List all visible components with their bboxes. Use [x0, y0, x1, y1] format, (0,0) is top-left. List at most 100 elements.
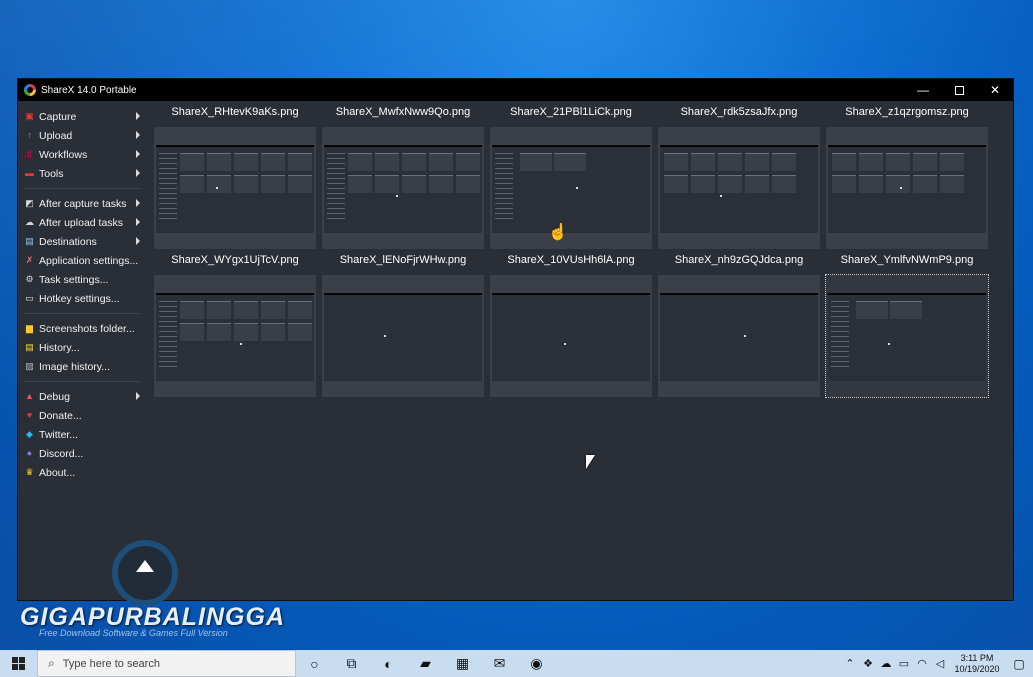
- menu-item-screenshots-folder[interactable]: ▆ Screenshots folder...: [18, 319, 146, 338]
- menu-item-twitter[interactable]: ◆ Twitter...: [18, 425, 146, 444]
- menu-item-tools[interactable]: ▬ Tools: [18, 164, 146, 183]
- menu-item-donate[interactable]: ♥ Donate...: [18, 406, 146, 425]
- minimize-button[interactable]: —: [905, 79, 941, 101]
- thumbnail-tile[interactable]: ShareX_nh9zGQJdca.png: [657, 249, 821, 397]
- preview-cell: [429, 175, 453, 193]
- windows-logo-icon: [12, 657, 25, 670]
- camera-icon: ▣: [25, 111, 34, 121]
- wrench-icon: ✗: [25, 255, 34, 265]
- taskbar-search-box[interactable]: ⌕ Type here to search: [37, 650, 296, 677]
- menu-item-task-settings[interactable]: ⚙ Task settings...: [18, 270, 146, 289]
- menu-item-debug[interactable]: ▲ Debug: [18, 387, 146, 406]
- watermark-tagline: Free Download Software & Games Full Vers…: [39, 628, 228, 638]
- preview-cell: [940, 175, 964, 193]
- thumbnail-image[interactable]: [490, 127, 652, 249]
- preview-cell: [456, 153, 480, 171]
- thumbnail-image[interactable]: [658, 127, 820, 249]
- preview-cell: [456, 175, 480, 193]
- title-bar[interactable]: ShareX 14.0 Portable — ✕: [18, 79, 1013, 101]
- maximize-button[interactable]: [941, 79, 977, 101]
- edge-browser-icon[interactable]: ◐: [370, 650, 407, 677]
- file-explorer-icon[interactable]: ▰: [407, 650, 444, 677]
- thumbnail-tile[interactable]: ShareX_rdk5zsaJfx.png: [657, 101, 821, 249]
- thumbnail-image[interactable]: [154, 275, 316, 397]
- thumbnail-filename: ShareX_10VUsHh6lA.png: [507, 254, 635, 266]
- cloud-upload-icon: ☁: [25, 217, 34, 227]
- dropbox-icon[interactable]: ❖: [859, 657, 877, 670]
- menu-item-destinations[interactable]: ▤ Destinations: [18, 232, 146, 251]
- preview-cell: [288, 323, 312, 341]
- thumbnail-tile[interactable]: ShareX_z1qzrgomsz.png: [825, 101, 989, 249]
- menu-separator: [24, 188, 140, 189]
- keyboard-icon: ▭: [25, 293, 34, 303]
- preview-cell: [288, 301, 312, 319]
- chrome-icon[interactable]: ◉: [518, 650, 555, 677]
- menu-item-about[interactable]: ♛ About...: [18, 463, 146, 482]
- submenu-arrow-icon: [136, 218, 140, 226]
- thumbnail-tile[interactable]: ShareX_WYgx1UjTcV.png: [153, 249, 317, 397]
- preview-cell: [859, 153, 883, 171]
- preview-cell: [375, 175, 399, 193]
- thumbnail-image[interactable]: [658, 275, 820, 397]
- upload-arrow-icon: ↑: [27, 130, 32, 140]
- menu-item-label: Tools: [39, 167, 64, 180]
- cortana-circle-icon[interactable]: ○: [296, 650, 333, 677]
- thumbnail-tile[interactable]: ShareX_YmlfvNWmP9.png: [825, 249, 989, 398]
- preview-cell: [261, 323, 285, 341]
- preview-cell: [886, 175, 910, 193]
- onedrive-cloud-icon[interactable]: ☁: [877, 657, 895, 670]
- menu-item-history[interactable]: ▤ History...: [18, 338, 146, 357]
- clock[interactable]: 3:11 PM 10/19/2020: [949, 653, 1005, 675]
- thumbnail-image[interactable]: [154, 127, 316, 249]
- thumbnail-image[interactable]: [826, 127, 988, 249]
- menu-item-label: Twitter...: [39, 428, 79, 441]
- screenshot-preview: [492, 145, 650, 233]
- clock-time: 3:11 PM: [960, 652, 994, 663]
- discord-icon: ●: [26, 448, 33, 458]
- close-button[interactable]: ✕: [977, 79, 1013, 101]
- screenshot-preview: [156, 293, 314, 381]
- start-button[interactable]: [0, 650, 37, 677]
- thumbnail-image[interactable]: [825, 274, 989, 398]
- menu-item-capture[interactable]: ▣ Capture: [18, 107, 146, 126]
- preview-sidebar: [159, 301, 177, 371]
- menu-item-workflows[interactable]: ⁞⁞ Workflows: [18, 145, 146, 164]
- thumbnail-tile[interactable]: ShareX_lENoFjrWHw.png: [321, 249, 485, 397]
- chevron-up-icon[interactable]: ⌃: [841, 657, 859, 670]
- menu-item-hotkey-settings[interactable]: ▭ Hotkey settings...: [18, 289, 146, 308]
- preview-cell: [207, 175, 231, 193]
- menu-item-label: Screenshots folder...: [39, 322, 135, 335]
- menu-item-after-capture-tasks[interactable]: ◩ After capture tasks: [18, 194, 146, 213]
- menu-item-image-history[interactable]: ▨ Image history...: [18, 357, 146, 376]
- volume-icon[interactable]: ◁: [931, 657, 949, 670]
- thumbnail-image[interactable]: [322, 127, 484, 249]
- twitter-bird-icon: ◆: [26, 429, 33, 439]
- clock-date: 10/19/2020: [954, 663, 1000, 674]
- thumbnail-tile[interactable]: ShareX_MwfxNww9Qo.png: [321, 101, 485, 249]
- notification-center-icon[interactable]: ▢: [1005, 657, 1033, 671]
- thumbnail-tile[interactable]: ShareX_RHtevK9aKs.png: [153, 101, 317, 249]
- thumbnail-tile[interactable]: ShareX_10VUsHh6lA.png: [489, 249, 653, 397]
- preview-cell: [554, 153, 586, 171]
- battery-icon[interactable]: ▭: [895, 657, 913, 670]
- watermark-logo-icon: [112, 540, 178, 606]
- preview-cell: [913, 153, 937, 171]
- store-bag-icon[interactable]: ▦: [444, 650, 481, 677]
- menu-item-label: Image history...: [39, 360, 110, 373]
- menu-item-upload[interactable]: ↑ Upload: [18, 126, 146, 145]
- menu-item-after-upload-tasks[interactable]: ☁ After upload tasks: [18, 213, 146, 232]
- thumbnail-image[interactable]: [322, 275, 484, 397]
- preview-cell: [520, 153, 552, 171]
- wifi-icon[interactable]: ◠: [913, 657, 931, 670]
- thumbnail-image[interactable]: [490, 275, 652, 397]
- window-title: ShareX 14.0 Portable: [41, 84, 137, 96]
- preview-cursor-dot: [900, 187, 902, 189]
- task-view-icon[interactable]: ⧉: [333, 650, 370, 677]
- thumbnail-tile[interactable]: ShareX_21PBl1LiCk.png: [489, 101, 653, 249]
- mail-icon[interactable]: ✉: [481, 650, 518, 677]
- thumbnail-filename: ShareX_nh9zGQJdca.png: [674, 254, 804, 266]
- preview-cell: [207, 153, 231, 171]
- menu-item-discord[interactable]: ● Discord...: [18, 444, 146, 463]
- screenshot-preview: [660, 293, 818, 381]
- menu-item-application-settings[interactable]: ✗ Application settings...: [18, 251, 146, 270]
